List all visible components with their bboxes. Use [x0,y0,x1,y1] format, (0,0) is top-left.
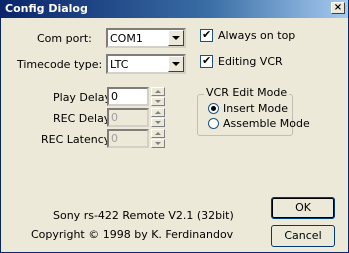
rec-delay-input[interactable]: 0 [107,108,149,127]
play-delay-label: Play Delay: [53,91,114,104]
ok-button[interactable]: OK [271,197,335,219]
always-on-top-label[interactable]: Always on top [218,29,295,42]
rec-delay-value: 0 [111,111,118,124]
chevron-down-icon [172,36,180,40]
copyright-text: Copyright © 1998 by K. Ferdinandov [31,228,234,241]
arrow-down-icon [155,142,161,145]
com-port-dropdown-button[interactable] [168,30,184,46]
rec-latency-label: REC Latency: [41,133,114,146]
play-delay-spinner[interactable] [151,87,165,106]
radio-selected-dot [211,106,216,111]
rec-latency-input[interactable]: 0 [107,129,149,148]
chevron-down-icon [172,62,180,66]
timecode-type-value: LTC [110,58,129,71]
rec-latency-decrement-button[interactable] [151,139,165,148]
editing-vcr-label[interactable]: Editing VCR [218,55,283,68]
timecode-type-label: Timecode type: [17,58,103,71]
cancel-button[interactable]: Cancel [271,225,335,247]
close-icon[interactable]: × [331,2,345,14]
timecode-type-combobox[interactable]: LTC [106,54,186,74]
version-text: Sony rs-422 Remote V2.1 (32bit) [53,209,234,222]
rec-latency-increment-button[interactable] [151,129,165,138]
arrow-down-icon [155,100,161,103]
title-bar[interactable]: Config Dialog × [1,0,348,18]
play-delay-input[interactable]: 0 [107,87,149,106]
assemble-mode-radio[interactable] [208,118,219,129]
play-delay-increment-button[interactable] [151,87,165,96]
com-port-combobox[interactable]: COM1 [106,28,186,48]
vcr-edit-mode-title: VCR Edit Mode [204,86,290,99]
play-delay-decrement-button[interactable] [151,97,165,106]
checkmark-icon: ✔ [202,54,212,67]
rec-delay-spinner[interactable] [151,108,165,127]
rec-delay-decrement-button[interactable] [151,118,165,127]
arrow-up-icon [155,111,161,114]
rec-latency-value: 0 [111,132,118,145]
play-delay-value: 0 [111,90,118,103]
insert-mode-radio[interactable] [208,103,219,114]
com-port-value: COM1 [110,32,143,45]
config-dialog-window: Config Dialog × Com port: COM1 Timecode … [0,0,349,253]
editing-vcr-checkbox[interactable]: ✔ [200,54,213,68]
always-on-top-checkbox[interactable]: ✔ [200,28,213,42]
window-title: Config Dialog [5,2,88,15]
rec-delay-label: REC Delay: [53,112,114,125]
com-port-label: Com port: [37,32,92,45]
timecode-type-dropdown-button[interactable] [168,56,184,72]
rec-delay-increment-button[interactable] [151,108,165,117]
insert-mode-label[interactable]: Insert Mode [223,102,288,115]
arrow-up-icon [155,90,161,93]
arrow-down-icon [155,121,161,124]
rec-latency-spinner[interactable] [151,129,165,148]
assemble-mode-label[interactable]: Assemble Mode [223,117,310,130]
arrow-up-icon [155,132,161,135]
checkmark-icon: ✔ [202,28,212,41]
